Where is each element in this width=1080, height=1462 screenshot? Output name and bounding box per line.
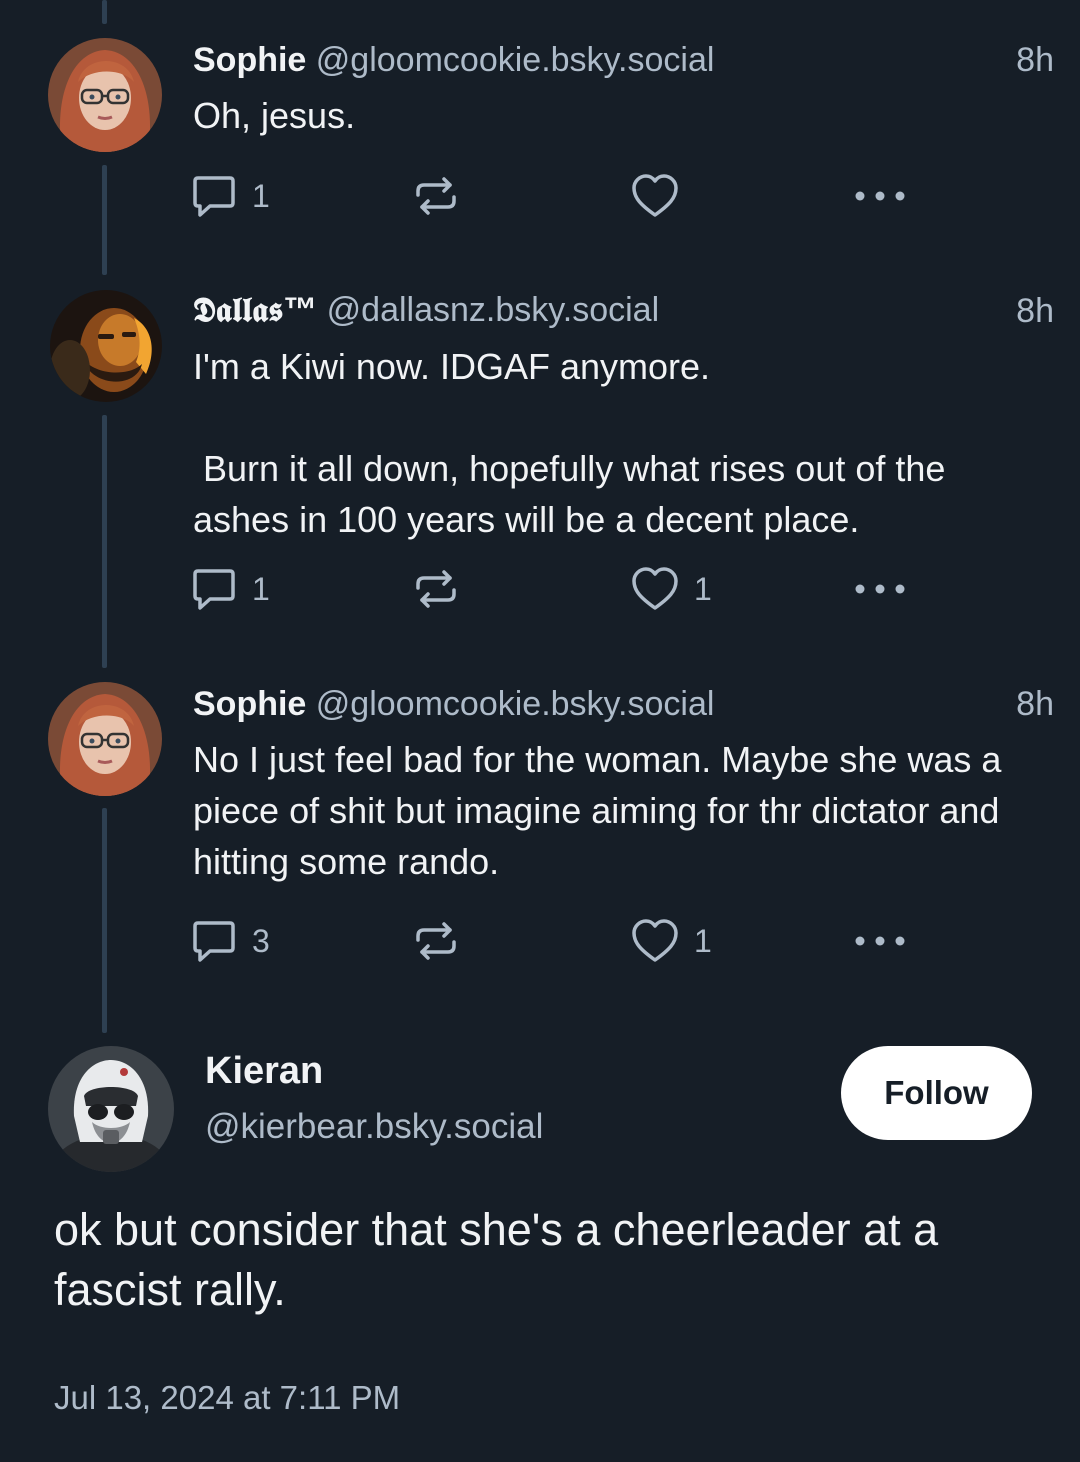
- author-handle[interactable]: @gloomcookie.bsky.social: [316, 685, 715, 723]
- like-count: 1: [694, 922, 712, 959]
- reply-button[interactable]: 1: [190, 564, 270, 614]
- author-name[interactable]: Sophie: [193, 41, 306, 79]
- post-header: 𝕯𝖆𝖑𝖑𝖆𝖘™ @dallasnz.bsky.social: [193, 290, 659, 330]
- ellipsis-icon: [855, 191, 905, 201]
- post-date: Jul 13, 2024 at 7:11 PM: [54, 1379, 401, 1416]
- heart-outline-icon: [632, 919, 678, 962]
- more-options-button[interactable]: [852, 916, 908, 966]
- avatar[interactable]: [48, 682, 162, 796]
- ellipsis-icon: [855, 936, 905, 946]
- reply-button[interactable]: 3: [190, 916, 270, 966]
- ellipsis-icon: [855, 584, 905, 594]
- main-author-name[interactable]: Kieran: [205, 1049, 323, 1093]
- post-actions: 3 1: [190, 916, 920, 966]
- follow-button[interactable]: Follow: [841, 1046, 1032, 1140]
- post-time[interactable]: 8h: [1016, 684, 1054, 724]
- more-options-button[interactable]: [852, 171, 908, 221]
- heart-outline-icon: [632, 174, 678, 217]
- repost-button[interactable]: [412, 171, 474, 221]
- repost-arrows-icon: [416, 922, 456, 960]
- like-count: 1: [694, 570, 712, 607]
- author-name[interactable]: 𝕯𝖆𝖑𝖑𝖆𝖘™: [193, 291, 317, 329]
- avatar[interactable]: [48, 1046, 174, 1172]
- reply-count: 3: [252, 922, 270, 959]
- speech-bubble-icon: [193, 176, 235, 217]
- speech-bubble-icon: [193, 921, 235, 962]
- post-header: Sophie @gloomcookie.bsky.social: [193, 40, 714, 80]
- like-button[interactable]: [630, 171, 694, 221]
- reply-button[interactable]: 1: [190, 171, 270, 221]
- author-handle[interactable]: @dallasnz.bsky.social: [327, 291, 659, 329]
- main-post-text: ok but consider that she's a cheerleader…: [54, 1204, 939, 1315]
- avatar[interactable]: [48, 38, 162, 152]
- post-header: Sophie @gloomcookie.bsky.social: [193, 684, 714, 724]
- repost-button[interactable]: [412, 916, 474, 966]
- reply-count: 1: [252, 570, 270, 607]
- avatar[interactable]: [50, 290, 162, 402]
- more-options-button[interactable]: [852, 564, 908, 614]
- thread-line: [102, 808, 107, 1033]
- thread-line: [102, 0, 107, 24]
- post-actions: 1 1: [190, 564, 920, 614]
- heart-outline-icon: [632, 567, 678, 610]
- like-button[interactable]: 1: [630, 916, 712, 966]
- thread-line: [102, 415, 107, 668]
- author-name[interactable]: Sophie: [193, 685, 306, 723]
- post-time[interactable]: 8h: [1016, 40, 1054, 80]
- post-text: Oh, jesus.: [193, 95, 356, 136]
- repost-button[interactable]: [412, 564, 474, 614]
- post-time[interactable]: 8h: [1016, 291, 1054, 331]
- repost-arrows-icon: [416, 570, 456, 608]
- main-author-handle[interactable]: @kierbear.bsky.social: [205, 1106, 543, 1148]
- post-actions: 1: [190, 171, 920, 221]
- author-handle[interactable]: @gloomcookie.bsky.social: [316, 41, 715, 79]
- post-text: I'm a Kiwi now. IDGAF anymore. Burn it a…: [193, 346, 946, 540]
- like-button[interactable]: 1: [630, 564, 712, 614]
- reply-count: 1: [252, 177, 270, 214]
- repost-arrows-icon: [416, 177, 456, 215]
- post-text: No I just feel bad for the woman. Maybe …: [193, 739, 1012, 882]
- speech-bubble-icon: [193, 569, 235, 610]
- thread-line: [102, 165, 107, 275]
